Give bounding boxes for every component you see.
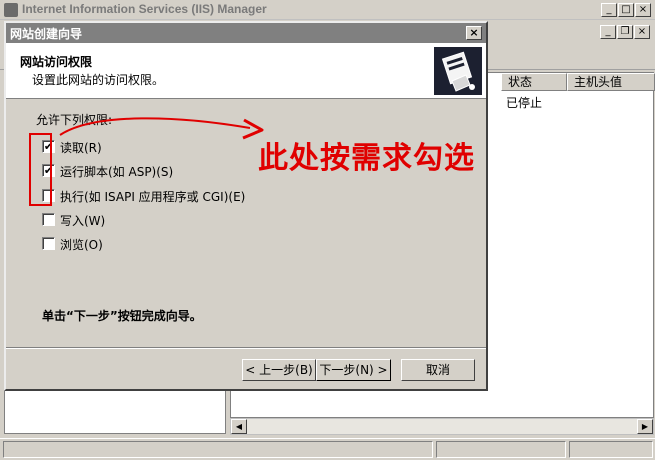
child-restore-button[interactable]: ❐ bbox=[617, 25, 633, 39]
site-status-cell[interactable]: 已停止 bbox=[506, 94, 542, 111]
child-close-button[interactable]: × bbox=[634, 25, 650, 39]
wizard-titlebar: 网站创建向导 × bbox=[6, 23, 486, 43]
read-label[interactable]: 读取(R) bbox=[60, 139, 102, 156]
website-creation-wizard: 网站创建向导 × 网站访问权限 设置此网站的访问权限。 允许下列权限: ✔ 读取… bbox=[4, 21, 488, 391]
permissions-group-label: 允许下列权限: bbox=[36, 113, 113, 127]
browse-label[interactable]: 浏览(O) bbox=[60, 236, 103, 253]
column-header-status[interactable]: 状态 bbox=[501, 73, 567, 91]
wizard-title: 网站创建向导 bbox=[10, 27, 83, 41]
scroll-right-button[interactable]: ▶ bbox=[637, 419, 653, 434]
cancel-button[interactable]: 取消 bbox=[401, 359, 475, 381]
wizard-step-subtitle: 设置此网站的访问权限。 bbox=[32, 73, 165, 87]
next-button[interactable]: 下一步(N) > bbox=[316, 359, 391, 381]
main-titlebar: Internet Information Services (IIS) Mana… bbox=[0, 0, 655, 20]
wizard-step-title: 网站访问权限 bbox=[20, 55, 93, 69]
wizard-permissions-icon bbox=[434, 47, 482, 95]
wizard-separator bbox=[6, 347, 486, 349]
back-button[interactable]: < 上一步(B) bbox=[242, 359, 316, 381]
write-label[interactable]: 写入(W) bbox=[60, 212, 105, 229]
maximize-button[interactable]: □ bbox=[618, 3, 634, 17]
finish-hint: 单击“下一步”按钮完成向导。 bbox=[42, 309, 202, 323]
wizard-close-button[interactable]: × bbox=[466, 26, 482, 40]
horizontal-scrollbar[interactable]: ◀ ▶ bbox=[230, 418, 654, 435]
status-bar bbox=[0, 438, 655, 460]
status-cell-1 bbox=[3, 441, 433, 458]
run-scripts-label[interactable]: 运行脚本(如 ASP)(S) bbox=[60, 163, 173, 180]
status-cell-3 bbox=[569, 441, 653, 458]
child-minimize-button[interactable]: _ bbox=[600, 25, 616, 39]
status-cell-2 bbox=[436, 441, 566, 458]
annotation-highlight-box bbox=[29, 133, 52, 206]
execute-label[interactable]: 执行(如 ISAPI 应用程序或 CGI)(E) bbox=[60, 188, 245, 205]
column-header-host[interactable]: 主机头值 bbox=[567, 73, 655, 91]
scroll-left-button[interactable]: ◀ bbox=[231, 419, 247, 434]
main-window-title: Internet Information Services (IIS) Mana… bbox=[22, 2, 267, 16]
minimize-button[interactable]: _ bbox=[601, 3, 617, 17]
browse-checkbox[interactable] bbox=[42, 237, 55, 250]
iis-app-icon bbox=[4, 3, 18, 17]
write-checkbox[interactable] bbox=[42, 213, 55, 226]
close-button[interactable]: × bbox=[635, 3, 651, 17]
annotation-text: 此处按需求勾选 bbox=[258, 141, 475, 176]
wizard-header: 网站访问权限 设置此网站的访问权限。 bbox=[6, 43, 486, 99]
